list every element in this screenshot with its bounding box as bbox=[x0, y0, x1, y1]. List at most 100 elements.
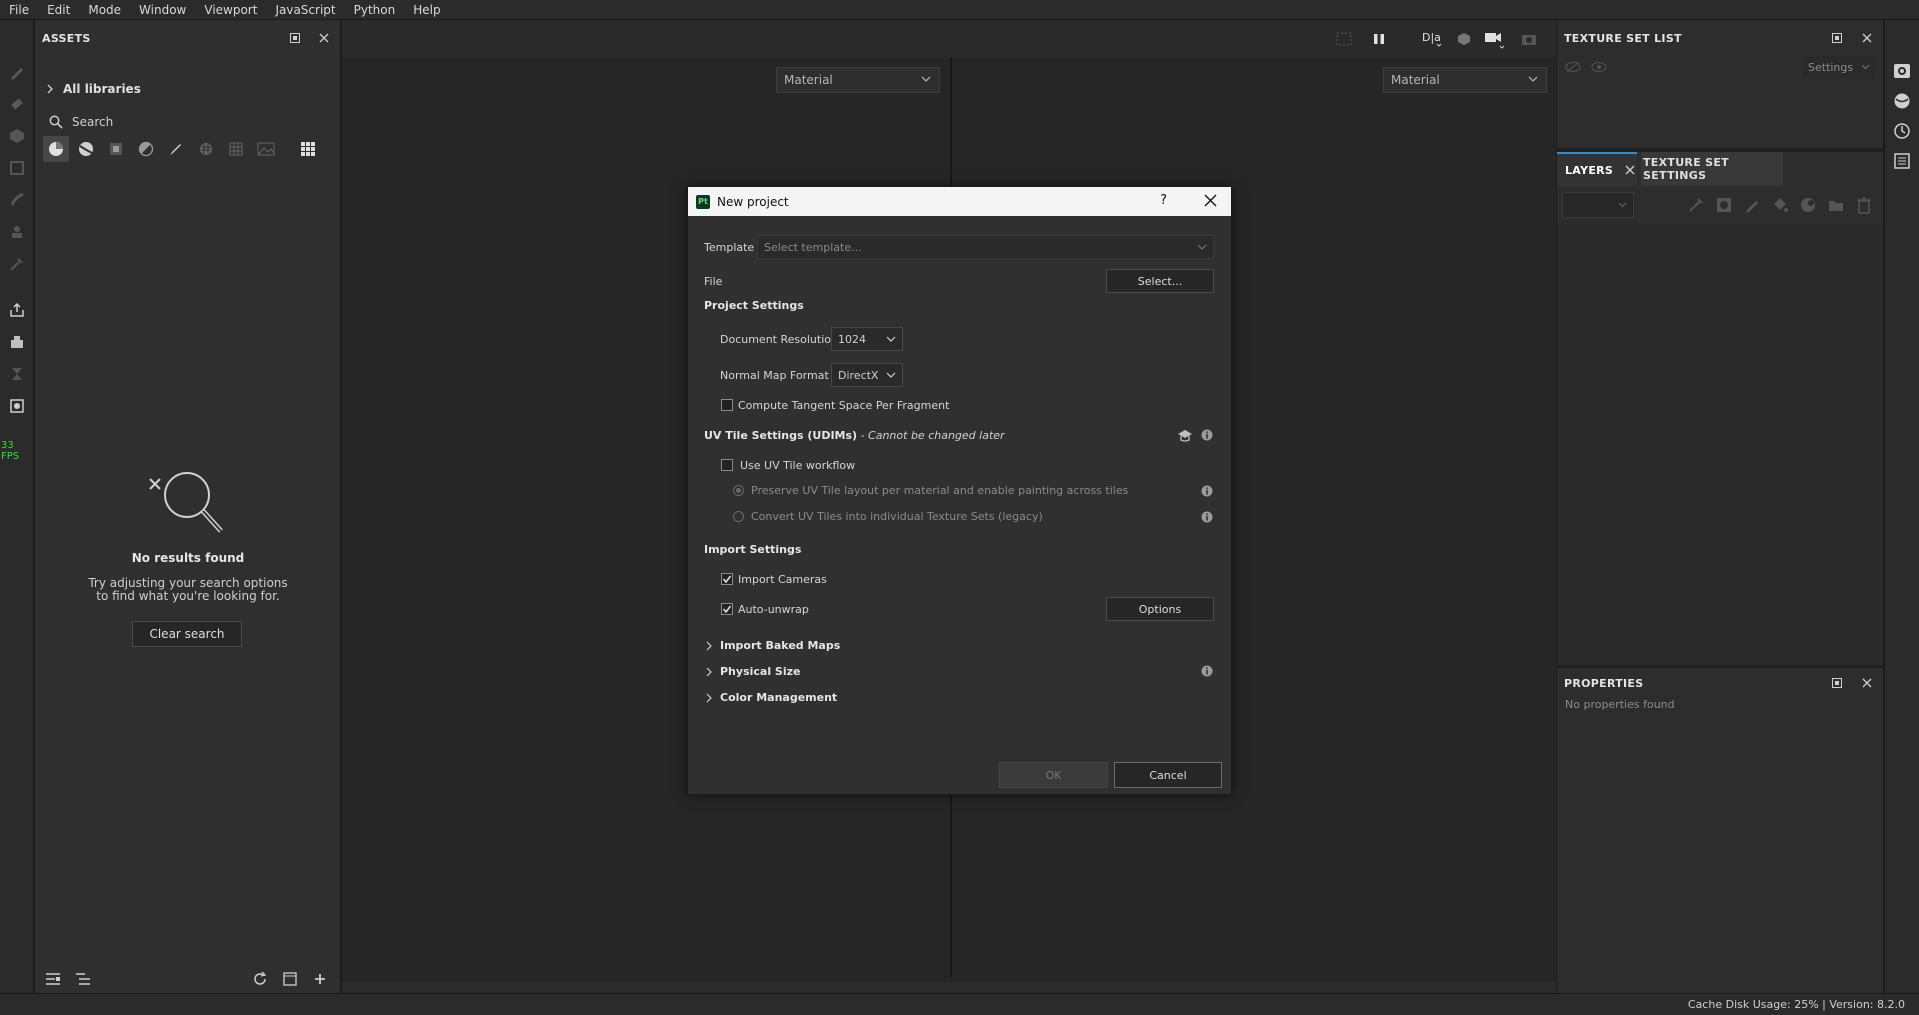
info-icon[interactable] bbox=[1201, 511, 1213, 523]
color-management-expander[interactable]: Color Management bbox=[706, 691, 837, 704]
folder-icon[interactable] bbox=[1827, 196, 1845, 214]
environment-filter-icon[interactable] bbox=[253, 136, 279, 162]
projection-icon[interactable] bbox=[7, 126, 27, 146]
environment-icon[interactable] bbox=[1893, 92, 1911, 110]
mask-filter-icon[interactable] bbox=[103, 136, 129, 162]
close-icon[interactable] bbox=[1625, 165, 1635, 175]
template-select[interactable]: Select template... bbox=[757, 235, 1214, 259]
dialog-titlebar[interactable]: Pt New project ? bbox=[688, 187, 1231, 216]
brush-filter-icon[interactable] bbox=[163, 136, 189, 162]
auto-unwrap-checkbox[interactable] bbox=[721, 603, 733, 615]
menu-edit[interactable]: Edit bbox=[38, 0, 79, 20]
close-icon[interactable] bbox=[1860, 31, 1874, 45]
properties-panel: PROPERTIES No properties found bbox=[1557, 668, 1883, 993]
no-render-icon[interactable] bbox=[1334, 29, 1354, 49]
channel-select[interactable] bbox=[1562, 192, 1634, 218]
camera-capture-icon[interactable] bbox=[7, 396, 27, 416]
tab-texture-set-settings[interactable]: TEXTURE SET SETTINGS bbox=[1641, 152, 1783, 186]
ok-button[interactable]: OK bbox=[999, 762, 1108, 788]
menu-help[interactable]: Help bbox=[404, 0, 449, 20]
paint-brush-icon[interactable] bbox=[7, 62, 27, 82]
document-resolution-select[interactable]: 1024 bbox=[831, 327, 903, 351]
help-button[interactable]: ? bbox=[1160, 193, 1167, 208]
texture-filter-icon[interactable] bbox=[193, 136, 219, 162]
tangent-space-checkbox[interactable] bbox=[721, 399, 733, 411]
log-icon[interactable] bbox=[1893, 152, 1911, 170]
grid-view-icon[interactable] bbox=[295, 136, 321, 162]
add-effect-icon[interactable] bbox=[1687, 196, 1705, 214]
alpha-filter-icon[interactable] bbox=[223, 136, 249, 162]
uv-tile-workflow-checkbox[interactable] bbox=[721, 459, 733, 471]
refresh-icon[interactable] bbox=[252, 971, 268, 987]
unwrap-options-button[interactable]: Options bbox=[1106, 597, 1214, 621]
import-cameras-label: Import Cameras bbox=[738, 573, 827, 586]
close-icon[interactable] bbox=[1204, 194, 1217, 207]
file-select-button[interactable]: Select... bbox=[1106, 269, 1214, 293]
undock-icon[interactable] bbox=[1830, 31, 1844, 45]
cancel-button[interactable]: Cancel bbox=[1114, 762, 1222, 788]
layer-stack[interactable] bbox=[1557, 224, 1883, 665]
sort-icon[interactable] bbox=[75, 971, 91, 987]
polygon-fill-icon[interactable] bbox=[7, 158, 27, 178]
timer-icon[interactable] bbox=[7, 364, 27, 384]
preserve-uv-radio[interactable] bbox=[733, 485, 744, 496]
undock-icon[interactable] bbox=[288, 31, 302, 45]
search-input[interactable] bbox=[72, 115, 312, 129]
add-mask-icon[interactable] bbox=[1715, 196, 1733, 214]
eye-icon[interactable] bbox=[1591, 61, 1607, 73]
import-baked-maps-expander[interactable]: Import Baked Maps bbox=[706, 639, 840, 652]
menu-javascript[interactable]: JavaScript bbox=[266, 0, 344, 20]
close-icon[interactable] bbox=[317, 31, 331, 45]
clone-stamp-icon[interactable] bbox=[7, 222, 27, 242]
close-icon[interactable] bbox=[1860, 676, 1874, 690]
bake-icon[interactable] bbox=[7, 300, 27, 320]
import-cameras-checkbox[interactable] bbox=[721, 573, 733, 585]
history-icon[interactable] bbox=[1893, 122, 1911, 140]
hide-icon[interactable] bbox=[1565, 61, 1581, 73]
convert-uv-radio[interactable] bbox=[733, 511, 744, 522]
delete-icon[interactable] bbox=[1855, 196, 1873, 214]
viewport-scrollbar[interactable] bbox=[342, 982, 1556, 993]
add-icon[interactable] bbox=[312, 971, 328, 987]
filter-effect-icon[interactable] bbox=[133, 136, 159, 162]
texture-set-settings-select[interactable]: Settings bbox=[1803, 56, 1875, 78]
library-selector[interactable]: All libraries bbox=[47, 82, 141, 96]
clear-search-button[interactable]: Clear search bbox=[132, 621, 242, 647]
chevron-right-icon bbox=[706, 667, 712, 676]
normal-map-format-select[interactable]: DirectX bbox=[831, 363, 903, 387]
tab-layers[interactable]: LAYERS bbox=[1557, 152, 1637, 186]
menu-mode[interactable]: Mode bbox=[79, 0, 130, 20]
library-label: All libraries bbox=[63, 82, 141, 96]
menu-window[interactable]: Window bbox=[130, 0, 195, 20]
physical-size-expander[interactable]: Physical Size bbox=[706, 665, 800, 678]
learn-icon[interactable] bbox=[1177, 429, 1193, 443]
export-icon[interactable] bbox=[7, 332, 27, 352]
menu-viewport[interactable]: Viewport bbox=[195, 0, 266, 20]
info-icon[interactable] bbox=[1201, 429, 1213, 441]
menu-python[interactable]: Python bbox=[345, 0, 405, 20]
color-picker-icon[interactable] bbox=[7, 254, 27, 274]
smart-material-filter-icon[interactable] bbox=[73, 136, 99, 162]
add-fill-layer-icon[interactable] bbox=[1771, 196, 1789, 214]
material-filter-icon[interactable] bbox=[43, 136, 69, 162]
viewport-2d-mode-select[interactable]: Material bbox=[776, 67, 940, 93]
pause-icon[interactable] bbox=[1369, 29, 1389, 49]
smart-material-icon[interactable] bbox=[1799, 196, 1817, 214]
new-folder-icon[interactable] bbox=[282, 971, 298, 987]
eraser-icon[interactable] bbox=[7, 94, 27, 114]
menu-file[interactable]: File bbox=[0, 0, 38, 20]
info-icon[interactable] bbox=[1201, 665, 1213, 677]
camera-settings-icon[interactable] bbox=[1893, 62, 1911, 80]
info-icon[interactable] bbox=[1201, 485, 1213, 497]
undock-icon[interactable] bbox=[1830, 676, 1844, 690]
viewport-3d-mode-select[interactable]: Material bbox=[1383, 67, 1547, 93]
tab-texture-set-settings-label: TEXTURE SET SETTINGS bbox=[1643, 156, 1729, 182]
smudge-icon[interactable] bbox=[7, 190, 27, 210]
uv-tile-title: UV Tile Settings (UDIMs) bbox=[704, 429, 858, 442]
list-view-icon[interactable] bbox=[45, 971, 61, 987]
split-view-icon[interactable]: D|a bbox=[1422, 29, 1442, 49]
add-paint-layer-icon[interactable] bbox=[1743, 196, 1761, 214]
cube-view-icon[interactable] bbox=[1454, 29, 1474, 49]
screenshot-icon[interactable] bbox=[1519, 29, 1539, 49]
camera-icon[interactable] bbox=[1484, 29, 1504, 49]
